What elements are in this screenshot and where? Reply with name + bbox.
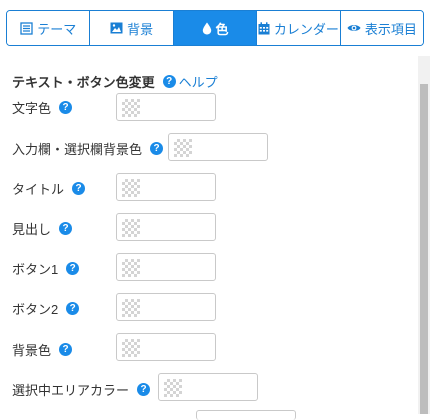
transparent-checker-icon — [122, 99, 140, 117]
help-link[interactable]: ? ヘルプ — [162, 72, 218, 91]
color-row-title: タイトル ? — [12, 179, 86, 198]
tab-calendar-label: カレンダー — [273, 21, 339, 37]
tab-display-items-label: 表示項目 — [364, 21, 417, 37]
help-icon[interactable]: ? — [66, 262, 80, 275]
transparent-checker-icon — [122, 219, 140, 237]
transparent-checker-icon — [122, 259, 140, 277]
color-row-label: 見出し — [12, 222, 52, 237]
droplet-icon — [202, 22, 211, 34]
color-row-label: ボタン1 — [12, 262, 59, 277]
help-icon[interactable]: ? — [150, 142, 164, 155]
color-picker-text[interactable] — [116, 93, 216, 121]
color-picker-selected-area[interactable] — [158, 373, 258, 401]
help-icon[interactable]: ? — [59, 101, 73, 114]
tab-theme[interactable]: テーマ — [7, 11, 91, 45]
color-row-label: 文字色 — [12, 101, 52, 116]
color-row-selected-area: 選択中エリアカラー ? — [12, 380, 151, 399]
transparent-checker-icon — [164, 379, 182, 397]
help-icon[interactable]: ? — [72, 182, 86, 195]
help-icon[interactable]: ? — [59, 222, 73, 235]
help-link-label: ヘルプ — [178, 75, 218, 90]
color-row-label: 背景色 — [12, 343, 52, 358]
color-picker-background[interactable] — [116, 333, 216, 361]
tab-color-label: 色 — [215, 21, 229, 37]
tab-background[interactable]: 背景 — [90, 11, 174, 45]
color-picker-heading[interactable] — [116, 213, 216, 241]
scrollbar-thumb[interactable] — [420, 84, 428, 414]
help-icon[interactable]: ? — [137, 383, 151, 396]
transparent-checker-icon — [122, 339, 140, 357]
color-row-label: 選択中エリアカラー — [12, 383, 130, 398]
tab-color[interactable]: 色 — [173, 11, 258, 45]
tab-display-items[interactable]: 表示項目 — [340, 11, 423, 45]
tab-background-label: 背景 — [127, 21, 154, 37]
tab-bar: テーマ 背景 色 カレンダー 表示項目 — [6, 10, 424, 46]
section-title: テキスト・ボタン色変更 ? ヘルプ — [12, 72, 218, 91]
section-title-text: テキスト・ボタン色変更 — [12, 75, 155, 90]
tab-theme-label: テーマ — [37, 21, 77, 37]
help-icon[interactable]: ? — [66, 302, 80, 315]
tab-calendar[interactable]: カレンダー — [257, 11, 341, 45]
calendar-icon — [258, 21, 270, 34]
color-picker-input-bg[interactable] — [168, 133, 268, 161]
color-row-background: 背景色 ? — [12, 340, 73, 359]
color-row-button2: ボタン2 ? — [12, 299, 80, 318]
color-row-heading: 見出し ? — [12, 219, 73, 238]
color-picker-button1[interactable] — [116, 253, 216, 281]
transparent-checker-icon — [174, 139, 192, 157]
color-picker-title[interactable] — [116, 173, 216, 201]
color-picker-button2[interactable] — [116, 293, 216, 321]
help-icon: ? — [162, 75, 176, 88]
color-row-input-bg: 入力欄・選択欄背景色 ? — [12, 139, 164, 158]
image-icon — [110, 22, 123, 34]
color-row-text: 文字色 ? — [12, 98, 73, 117]
color-row-button1: ボタン1 ? — [12, 259, 80, 278]
color-row-label: 入力欄・選択欄背景色 — [12, 142, 143, 157]
transparent-checker-icon — [122, 299, 140, 317]
list-icon — [20, 21, 33, 35]
help-icon[interactable]: ? — [59, 343, 73, 356]
transparent-checker-icon — [122, 179, 140, 197]
color-picker-next[interactable] — [196, 410, 296, 420]
scrollbar[interactable] — [418, 56, 430, 414]
color-row-label: タイトル — [12, 182, 65, 197]
color-row-label: ボタン2 — [12, 302, 59, 317]
eye-icon — [347, 25, 361, 31]
